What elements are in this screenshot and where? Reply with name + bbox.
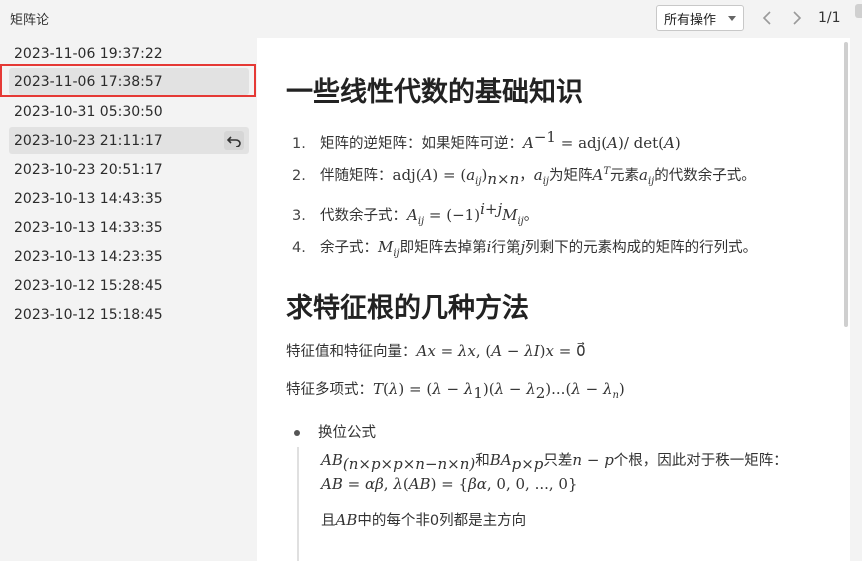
quote-line: 且AB中的每个非0列都是主方向 [321, 511, 527, 529]
version-timestamp: 2023-10-12 15:28:45 [14, 277, 163, 294]
list-number: 3. [292, 207, 306, 224]
content-scrollbar[interactable] [844, 42, 848, 327]
list-number: 1. [292, 135, 306, 152]
quote-text: 只差 [543, 453, 573, 469]
paragraph-eigen-definition: 特征值和特征向量：Ax = λx, (A − λI)x = 0⃗ [286, 342, 586, 360]
version-list: 2023-11-06 19:37:22 2023-11-06 17:38:57 … [0, 38, 257, 561]
version-item[interactable]: 2023-10-13 14:23:35 [9, 243, 249, 270]
list-text: 矩阵的逆矩阵：如果矩阵可逆： [320, 135, 523, 152]
version-timestamp: 2023-10-13 14:33:35 [14, 219, 163, 236]
quote-line: AB(n×p×p×n−n×n)和BAp×p只差n − p个根，因此对于秩一矩阵： [321, 451, 788, 473]
document-preview[interactable]: 一些线性代数的基础知识 1. 矩阵的逆矩阵：如果矩阵可逆：A−1 = adj(A)… [257, 38, 850, 561]
list-item-cofactor: 3. 代数余子式：Aij = (−1)i+jMij。 [292, 200, 539, 227]
quote-text: 个根，因此对于秩一矩阵： [613, 453, 788, 469]
quote-line: AB = αβ, λ(AB) = {βα, 0, 0, ..., 0} [321, 475, 578, 493]
para-text: 特征值和特征向量： [286, 344, 417, 360]
page-counter: 1/1 [818, 10, 841, 26]
version-timestamp: 2023-10-12 15:18:45 [14, 306, 163, 323]
list-text: 元素 [610, 168, 640, 184]
version-timestamp: 2023-10-31 05:30:50 [14, 103, 163, 120]
chevron-down-icon [728, 16, 736, 21]
version-item[interactable]: 2023-10-12 15:18:45 [9, 301, 249, 328]
version-item[interactable]: 2023-10-23 20:51:17 [9, 156, 249, 183]
quote-text: 且 [321, 513, 336, 529]
version-timestamp: 2023-10-23 21:11:17 [14, 132, 163, 149]
all-actions-dropdown[interactable]: 所有操作 [656, 5, 744, 31]
version-item[interactable]: 2023-10-13 14:33:35 [9, 214, 249, 241]
list-text: 为矩阵 [549, 168, 593, 184]
top-bar: 矩阵论 所有操作 1/1 [0, 0, 862, 38]
list-item-inverse-matrix: 1. 矩阵的逆矩阵：如果矩阵可逆：A−1 = adj(A)/ det(A) [292, 128, 681, 152]
bullet-text: 换位公式 [318, 425, 376, 441]
list-text: 行第 [491, 240, 521, 256]
bullet-dot [294, 430, 300, 436]
paragraph-characteristic-poly: 特征多项式：T(λ) = (λ − λ1)(λ − λ2)...(λ − λn) [286, 380, 625, 402]
blockquote: AB(n×p×p×n−n×n)和BAp×p只差n − p个根，因此对于秩一矩阵：… [297, 447, 819, 561]
version-item[interactable]: 2023-10-13 14:43:35 [9, 185, 249, 212]
version-item[interactable]: 2023-10-31 05:30:50 [9, 98, 249, 125]
chevron-left-icon [762, 11, 771, 25]
version-item[interactable]: 2023-11-06 19:37:22 [9, 40, 249, 67]
version-timestamp: 2023-11-06 19:37:22 [14, 45, 163, 62]
window-title: 矩阵论 [10, 13, 50, 28]
heading-eigenvalue-methods: 求特征根的几种方法 [286, 293, 529, 324]
version-history-window: 矩阵论 所有操作 1/1 2023-11-06 19:37:22 2023-11… [0, 0, 862, 561]
restore-undo-icon [227, 135, 241, 147]
list-text: 代数余子式： [320, 207, 407, 224]
bullet-item-commutation: 换位公式 [294, 421, 376, 442]
heading-linear-algebra-basics: 一些线性代数的基础知识 [286, 77, 583, 108]
list-text: 即矩阵去掉第 [399, 240, 487, 256]
version-timestamp: 2023-10-13 14:23:35 [14, 248, 163, 265]
version-timestamp: 2023-10-13 14:43:35 [14, 190, 163, 207]
para-text: 特征多项式： [286, 382, 373, 398]
chevron-right-icon [793, 11, 802, 25]
list-number: 2. [292, 168, 306, 184]
dropdown-label: 所有操作 [664, 12, 717, 28]
list-text: 。 [523, 207, 539, 224]
list-text: 余子式： [320, 240, 378, 256]
list-item-adjugate: 2. 伴随矩阵：adj(A) = (aij)n×n，aij为矩阵AT元素aij的代… [292, 166, 756, 188]
window-edge-handle [855, 4, 862, 18]
version-item-hovered[interactable]: 2023-10-23 21:11:17 [9, 127, 249, 154]
quote-text: 和 [475, 453, 490, 469]
list-item-minor: 4. 余子式：Mij即矩阵去掉第i行第j列剩下的元素构成的矩阵的行列式。 [292, 238, 758, 259]
list-text: 列剩下的元素构成的矩阵的行列式。 [525, 240, 758, 256]
list-text: 伴随矩阵： [320, 168, 393, 184]
list-text: 的代数余子式。 [654, 168, 756, 184]
version-timestamp: 2023-10-23 20:51:17 [14, 161, 163, 178]
quote-text: 中的每个非0列都是主方向 [357, 513, 527, 529]
prev-page-button[interactable] [757, 8, 777, 28]
list-number: 4. [292, 240, 306, 256]
version-item[interactable]: 2023-10-12 15:28:45 [9, 272, 249, 299]
next-page-button[interactable] [787, 8, 807, 28]
selected-version-outline [0, 64, 256, 97]
restore-version-button[interactable] [224, 131, 244, 150]
